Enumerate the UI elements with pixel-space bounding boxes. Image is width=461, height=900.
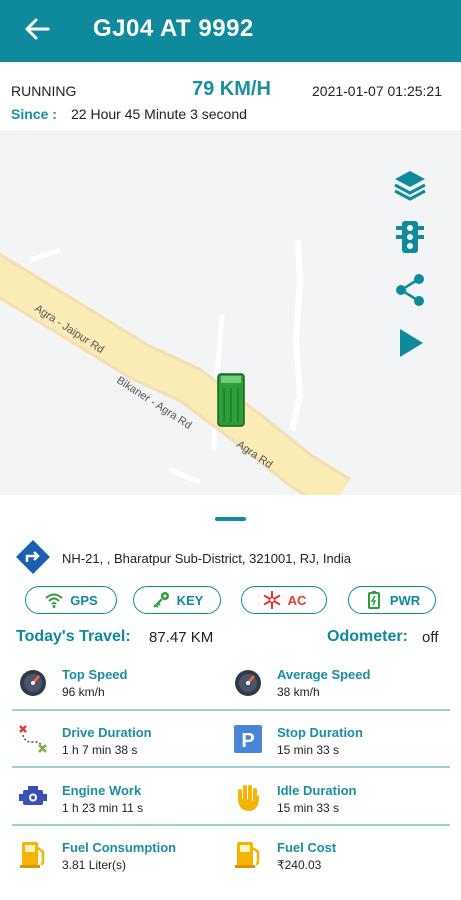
snowflake-icon [263, 591, 281, 609]
app-bar: GJ04 AT 9992 [0, 0, 461, 62]
stat-value: 1 h 7 min 38 s [62, 743, 138, 757]
todays-travel-label: Today's Travel: [16, 628, 131, 645]
status-panel: RUNNING 79 KM/H 2021-01-07 01:25:21 Sinc… [0, 62, 461, 130]
play-icon[interactable] [390, 323, 430, 363]
details-sheet: NH-21, , Bharatpur Sub-District, 321001,… [0, 495, 461, 900]
stat-label: Idle Duration [277, 783, 357, 798]
stat-fuel-consumption: Fuel Consumption 3.81 Liter(s) [17, 838, 217, 888]
speedometer-icon [235, 670, 261, 696]
speedometer-icon [20, 670, 46, 696]
status-datetime: 2021-01-07 01:25:21 [312, 83, 442, 99]
map-view[interactable]: Agra - Jaipur Rd Bikaner - Agra Rd Agra … [0, 130, 461, 495]
power-label: PWR [389, 592, 421, 608]
running-status: RUNNING [11, 83, 77, 99]
address-text: NH-21, , Bharatpur Sub-District, 321001,… [62, 551, 352, 566]
since-value: 22 Hour 45 Minute 3 second [71, 106, 247, 122]
stat-label: Fuel Cost [277, 840, 337, 855]
key-icon [152, 592, 169, 608]
stat-value: 3.81 Liter(s) [62, 858, 127, 872]
stat-label: Top Speed [62, 667, 128, 682]
engine-icon [19, 786, 47, 805]
back-arrow-icon[interactable] [22, 14, 52, 44]
stat-top-speed: Top Speed 96 km/h [17, 665, 217, 715]
power-indicator: PWR [348, 586, 436, 614]
stat-label: Engine Work [62, 783, 142, 798]
divider [12, 709, 450, 711]
gps-indicator: GPS [25, 586, 117, 614]
gps-label: GPS [70, 592, 98, 608]
ac-label: AC [287, 592, 307, 608]
battery-icon [367, 591, 380, 609]
stat-value: 38 km/h [277, 685, 320, 699]
stat-fuel-cost: Fuel Cost ₹240.03 [232, 838, 432, 888]
key-indicator: KEY [133, 586, 221, 614]
stat-value: 1 h 23 min 11 s [62, 801, 144, 815]
fuel-pump-icon [235, 842, 260, 868]
directions-icon [16, 540, 50, 574]
stat-value: 15 min 33 s [277, 801, 340, 815]
stat-value: 15 min 33 s [277, 743, 340, 757]
stat-label: Fuel Consumption [62, 840, 177, 855]
odometer-label: Odometer: [327, 628, 408, 645]
stat-label: Stop Duration [277, 725, 363, 740]
parking-icon: P [234, 725, 262, 753]
stat-label: Average Speed [277, 667, 371, 682]
ac-indicator: AC [241, 586, 327, 614]
vehicle-title: GJ04 AT 9992 [93, 15, 254, 42]
since-label: Since : [11, 106, 57, 122]
share-icon[interactable] [390, 270, 430, 310]
route-icon [19, 725, 47, 753]
wifi-icon [45, 593, 63, 608]
odometer-value: off [422, 629, 439, 646]
stat-value: 96 km/h [62, 685, 105, 699]
stat-average-speed: Average Speed 38 km/h [232, 665, 432, 715]
svg-text:P: P [241, 730, 254, 752]
key-label: KEY [176, 592, 204, 608]
vehicle-marker[interactable] [217, 373, 245, 427]
traffic-light-icon[interactable] [390, 217, 430, 257]
current-speed: 79 KM/H [192, 78, 271, 100]
hand-icon [238, 785, 259, 811]
divider [12, 766, 450, 768]
divider [12, 824, 450, 826]
sheet-drag-handle[interactable] [215, 517, 246, 521]
stat-label: Drive Duration [62, 725, 152, 740]
fuel-pump-icon [20, 842, 45, 868]
stat-value: ₹240.03 [277, 858, 322, 872]
todays-travel-value: 87.47 KM [149, 629, 214, 646]
layers-icon[interactable] [390, 165, 430, 205]
